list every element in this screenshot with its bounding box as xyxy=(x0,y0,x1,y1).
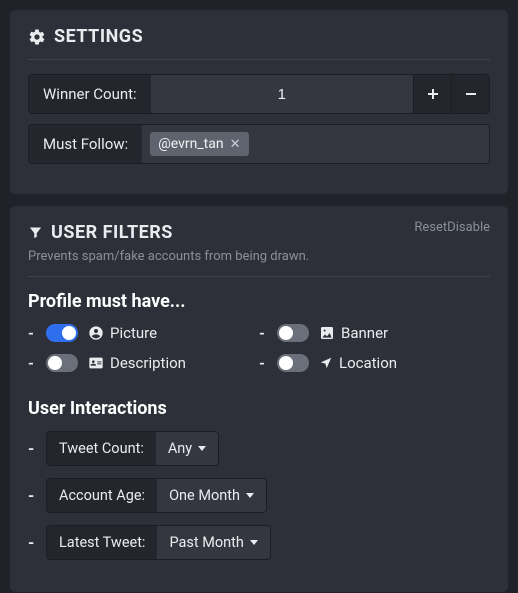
filters-actions: Reset Disable xyxy=(414,220,490,235)
winner-count-input[interactable] xyxy=(151,75,413,113)
bullet-icon: - xyxy=(259,354,267,372)
bullet-icon: - xyxy=(28,533,36,552)
must-follow-group: Must Follow: @evrn_tan ✕ xyxy=(28,124,490,164)
user-circle-icon xyxy=(88,325,104,341)
toggle-banner[interactable] xyxy=(277,324,309,342)
chevron-down-icon xyxy=(198,446,206,451)
gear-icon xyxy=(28,28,46,46)
tweet-count-row: - Tweet Count: Any xyxy=(28,431,490,466)
filter-picture: - Picture xyxy=(28,324,259,342)
tweet-count-label: Tweet Count: xyxy=(47,432,156,465)
bullet-icon: - xyxy=(28,439,36,458)
latest-tweet-label: Latest Tweet: xyxy=(47,526,157,559)
must-follow-row: Must Follow: @evrn_tan ✕ xyxy=(28,124,490,164)
account-age-group: Account Age: One Month xyxy=(46,478,267,513)
bullet-icon: - xyxy=(28,324,36,342)
filters-title: USER FILTERS xyxy=(51,222,173,243)
account-age-label: Account Age: xyxy=(47,479,157,512)
location-arrow-icon xyxy=(319,356,333,370)
id-card-icon xyxy=(88,355,104,371)
filter-description-label: Description xyxy=(88,354,186,372)
toggle-location[interactable] xyxy=(277,354,309,372)
must-follow-input[interactable]: @evrn_tan ✕ xyxy=(142,125,489,163)
must-follow-label: Must Follow: xyxy=(29,125,142,163)
toggle-description[interactable] xyxy=(46,354,78,372)
tweet-count-group: Tweet Count: Any xyxy=(46,431,219,466)
disable-button[interactable]: Disable xyxy=(447,220,490,235)
winner-count-group: Winner Count: xyxy=(28,74,490,114)
filter-location: - Location xyxy=(259,354,490,372)
interactions-section-title: User Interactions xyxy=(28,398,490,419)
bullet-icon: - xyxy=(259,324,267,342)
winner-count-row: Winner Count: xyxy=(28,74,490,114)
follow-tag-text: @evrn_tan xyxy=(158,136,223,152)
profile-filter-grid: - Picture - Banner - Description - xyxy=(28,324,490,384)
chevron-down-icon xyxy=(246,493,254,498)
tweet-count-dropdown[interactable]: Any xyxy=(156,432,218,465)
filters-subtitle: Prevents spam/fake accounts from being d… xyxy=(28,249,490,264)
bullet-icon: - xyxy=(28,354,36,372)
filter-location-label: Location xyxy=(319,354,397,372)
latest-tweet-dropdown[interactable]: Past Month xyxy=(157,526,269,559)
latest-tweet-row: - Latest Tweet: Past Month xyxy=(28,525,490,560)
latest-tweet-group: Latest Tweet: Past Month xyxy=(46,525,271,560)
filter-banner-label: Banner xyxy=(319,324,388,342)
settings-title: SETTINGS xyxy=(54,26,143,47)
image-icon xyxy=(319,325,335,341)
settings-header: SETTINGS xyxy=(28,26,490,60)
plus-icon xyxy=(427,88,439,100)
toggle-picture[interactable] xyxy=(46,324,78,342)
minus-icon xyxy=(465,88,477,100)
winner-count-label: Winner Count: xyxy=(29,75,151,113)
account-age-dropdown[interactable]: One Month xyxy=(157,479,266,512)
filter-banner: - Banner xyxy=(259,324,490,342)
remove-tag-icon[interactable]: ✕ xyxy=(230,137,241,152)
follow-tag: @evrn_tan ✕ xyxy=(150,132,248,156)
filters-header: USER FILTERS Prevents spam/fake accounts… xyxy=(28,222,490,277)
bullet-icon: - xyxy=(28,486,36,505)
chevron-down-icon xyxy=(250,540,258,545)
decrement-button[interactable] xyxy=(451,75,489,113)
reset-button[interactable]: Reset xyxy=(414,220,447,235)
settings-panel: SETTINGS Winner Count: Must Follow: @evr… xyxy=(10,10,508,194)
increment-button[interactable] xyxy=(413,75,451,113)
profile-section-title: Profile must have... xyxy=(28,291,490,312)
filter-picture-label: Picture xyxy=(88,324,157,342)
filter-icon xyxy=(28,225,43,240)
account-age-row: - Account Age: One Month xyxy=(28,478,490,513)
user-filters-panel: USER FILTERS Prevents spam/fake accounts… xyxy=(10,206,508,592)
filter-description: - Description xyxy=(28,354,259,372)
